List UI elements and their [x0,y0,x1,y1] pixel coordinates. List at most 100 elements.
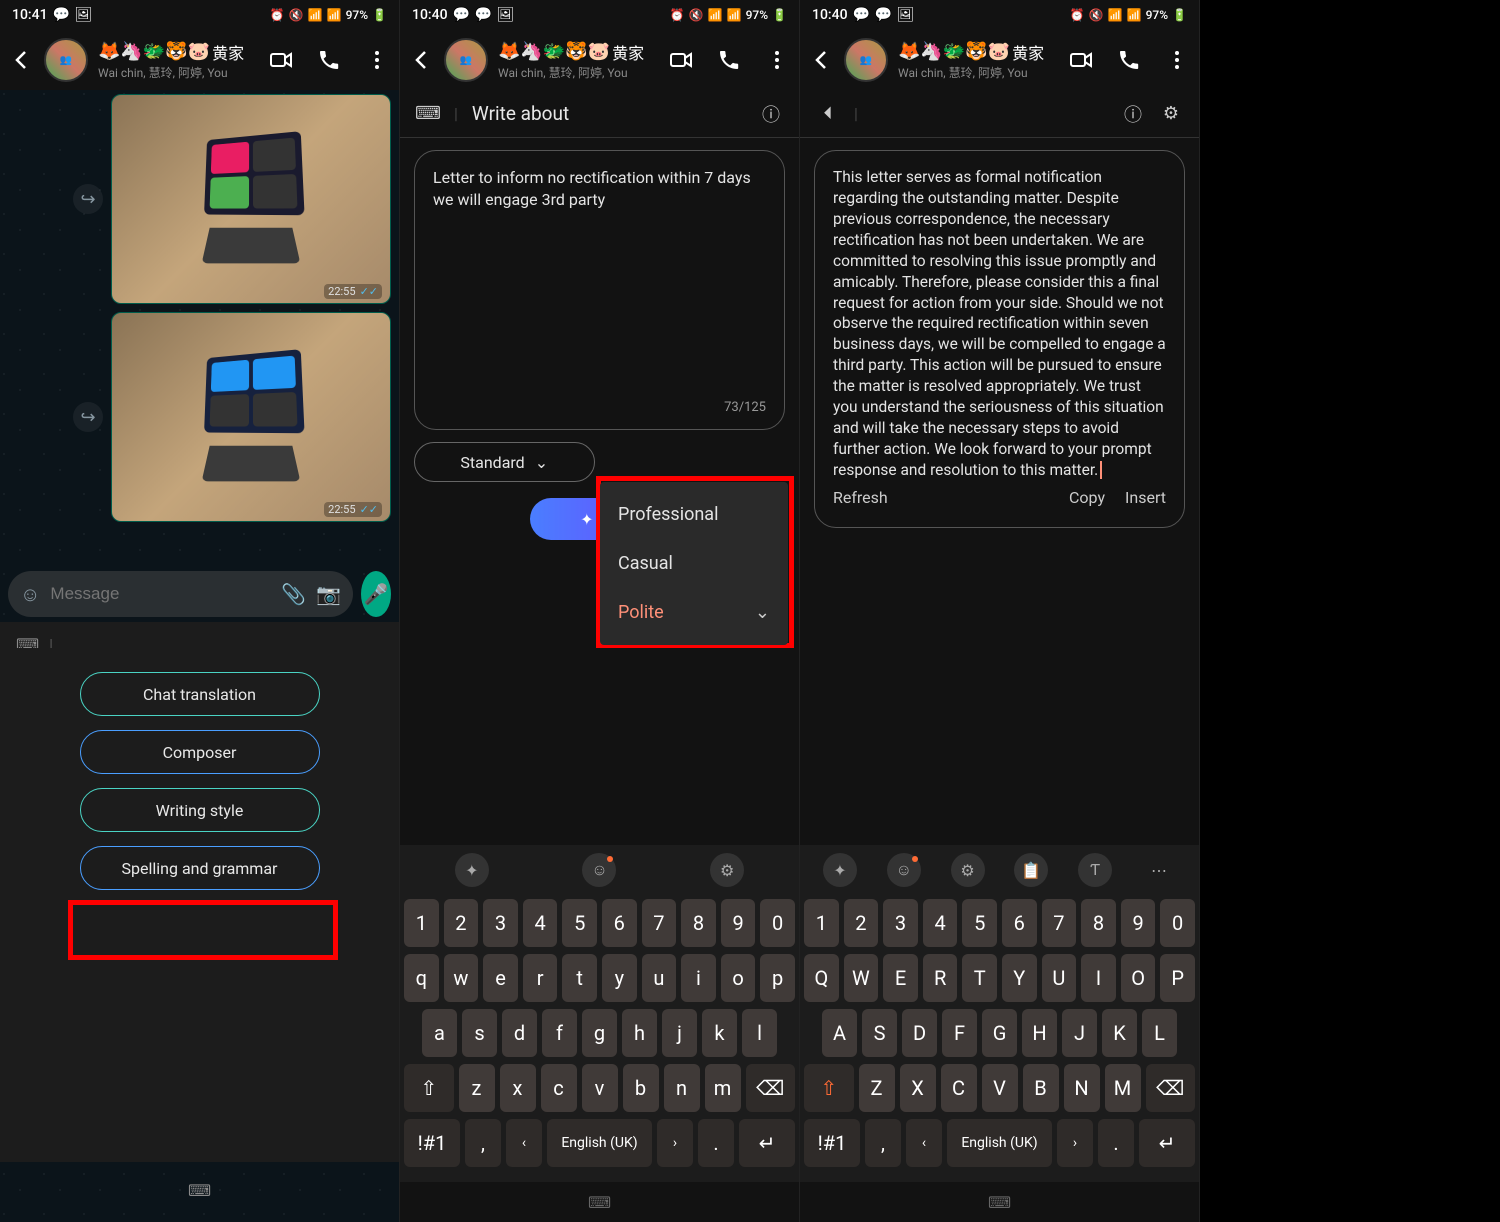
shift-key[interactable]: ⇧ [404,1064,454,1112]
lang-prev-key[interactable]: ‹ [906,1119,942,1167]
key-7[interactable]: 7 [642,899,677,947]
key-h[interactable]: h [622,1009,657,1057]
forward-icon[interactable]: ↪ [73,184,103,214]
key-5[interactable]: 5 [562,899,597,947]
info-icon[interactable]: ⓘ [1121,102,1145,126]
key-w[interactable]: w [444,954,479,1002]
emoji-picker-icon[interactable]: ☺ [887,853,921,887]
length-dropdown[interactable]: Standard ⌄ [414,442,595,482]
chat-title-block[interactable]: 🦊🦄🐲🐯🐷 黄家 👫 ... Wai chin, 慧玲, 阿婷, You [898,40,1045,81]
emoji-icon[interactable]: ☺ [20,582,40,607]
key-f[interactable]: F [942,1009,977,1057]
space-key[interactable]: English (UK) [947,1119,1052,1167]
space-key[interactable]: English (UK) [547,1119,652,1167]
video-call-icon[interactable] [269,48,293,72]
key-4[interactable]: 4 [923,899,958,947]
video-call-icon[interactable] [1069,48,1093,72]
shift-key[interactable]: ⇧ [804,1064,854,1112]
key-y[interactable]: Y [1002,954,1037,1002]
option-composer[interactable]: Composer [80,730,320,774]
key-f[interactable]: f [542,1009,577,1057]
key-9[interactable]: 9 [721,899,756,947]
key-x[interactable]: x [500,1064,536,1112]
key-0[interactable]: 0 [760,899,795,947]
key-l[interactable]: L [1142,1009,1177,1057]
option-spelling-grammar[interactable]: Spelling and grammar [80,846,320,890]
key-1[interactable]: 1 [804,899,839,947]
chat-title-block[interactable]: 🦊🦄🐲🐯🐷 黄家 👫 ... Wai chin, 慧玲, 阿婷, You [98,40,245,81]
key-j[interactable]: j [662,1009,697,1057]
key-b[interactable]: b [623,1064,659,1112]
back-icon[interactable] [10,48,34,72]
lang-prev-key[interactable]: ‹ [506,1119,542,1167]
key-3[interactable]: 3 [883,899,918,947]
key-1[interactable]: 1 [404,899,439,947]
option-writing-style[interactable]: Writing style [80,788,320,832]
comma-key[interactable]: , [865,1119,901,1167]
key-i[interactable]: i [681,954,716,1002]
key-a[interactable]: A [822,1009,857,1057]
key-n[interactable]: n [664,1064,700,1112]
menu-icon[interactable] [765,48,789,72]
group-avatar[interactable]: 👥 [444,38,488,82]
key-r[interactable]: r [523,954,558,1002]
insert-button[interactable]: Insert [1125,487,1166,509]
key-u[interactable]: u [642,954,677,1002]
key-2[interactable]: 2 [844,899,879,947]
key-n[interactable]: N [1064,1064,1100,1112]
group-avatar[interactable]: 👥 [44,38,88,82]
key-e[interactable]: e [483,954,518,1002]
key-q[interactable]: q [404,954,439,1002]
emoji-picker-icon[interactable]: ☺ [582,853,616,887]
key-m[interactable]: M [1105,1064,1141,1112]
back-icon[interactable] [810,48,834,72]
key-r[interactable]: R [923,954,958,1002]
key-i[interactable]: I [1081,954,1116,1002]
menu-icon[interactable] [365,48,389,72]
key-v[interactable]: v [582,1064,618,1112]
key-o[interactable]: o [721,954,756,1002]
ai-sparkle-icon[interactable]: ✦ [823,853,857,887]
key-d[interactable]: D [902,1009,937,1057]
enter-key[interactable]: ↵ [739,1119,795,1167]
key-s[interactable]: S [862,1009,897,1057]
symbols-key[interactable]: !#1 [804,1119,860,1167]
backspace-key[interactable]: ⌫ [1146,1064,1196,1112]
key-j[interactable]: J [1062,1009,1097,1057]
key-k[interactable]: K [1102,1009,1137,1057]
clipboard-icon[interactable]: 📋 [1014,853,1048,887]
voice-call-icon[interactable] [317,48,341,72]
prompt-textarea[interactable]: Letter to inform no rectification within… [414,150,785,430]
key-y[interactable]: y [602,954,637,1002]
tone-option-casual[interactable]: Casual [600,539,788,588]
key-0[interactable]: 0 [1160,899,1195,947]
symbols-key[interactable]: !#1 [404,1119,460,1167]
key-l[interactable]: l [742,1009,777,1057]
chat-title-block[interactable]: 🦊🦄🐲🐯🐷 黄家 👫 ... Wai chin, 慧玲, 阿婷, You [498,40,645,81]
key-k[interactable]: k [702,1009,737,1057]
message-input[interactable] [50,584,271,604]
result-textarea[interactable]: This letter serves as formal notificatio… [814,150,1185,528]
key-d[interactable]: d [502,1009,537,1057]
key-u[interactable]: U [1042,954,1077,1002]
keyboard-icon[interactable]: ⌨ [416,102,440,126]
forward-icon[interactable]: ↪ [73,402,103,432]
settings-slider-icon[interactable]: ⚙ [1159,102,1183,126]
key-a[interactable]: a [422,1009,457,1057]
back-square-icon[interactable]: ⏴ [816,102,840,126]
period-key[interactable]: . [698,1119,734,1167]
copy-button[interactable]: Copy [1069,487,1105,509]
key-c[interactable]: c [541,1064,577,1112]
key-3[interactable]: 3 [483,899,518,947]
key-p[interactable]: p [760,954,795,1002]
refresh-button[interactable]: Refresh [833,487,888,509]
enter-key[interactable]: ↵ [1139,1119,1195,1167]
group-avatar[interactable]: 👥 [844,38,888,82]
keyboard-toggle-icon[interactable]: ⌨ [0,1170,399,1210]
lang-next-key[interactable]: › [657,1119,693,1167]
period-key[interactable]: . [1098,1119,1134,1167]
key-p[interactable]: P [1160,954,1195,1002]
key-x[interactable]: X [900,1064,936,1112]
key-7[interactable]: 7 [1042,899,1077,947]
image-message[interactable]: 22:55✓✓ [111,94,391,304]
